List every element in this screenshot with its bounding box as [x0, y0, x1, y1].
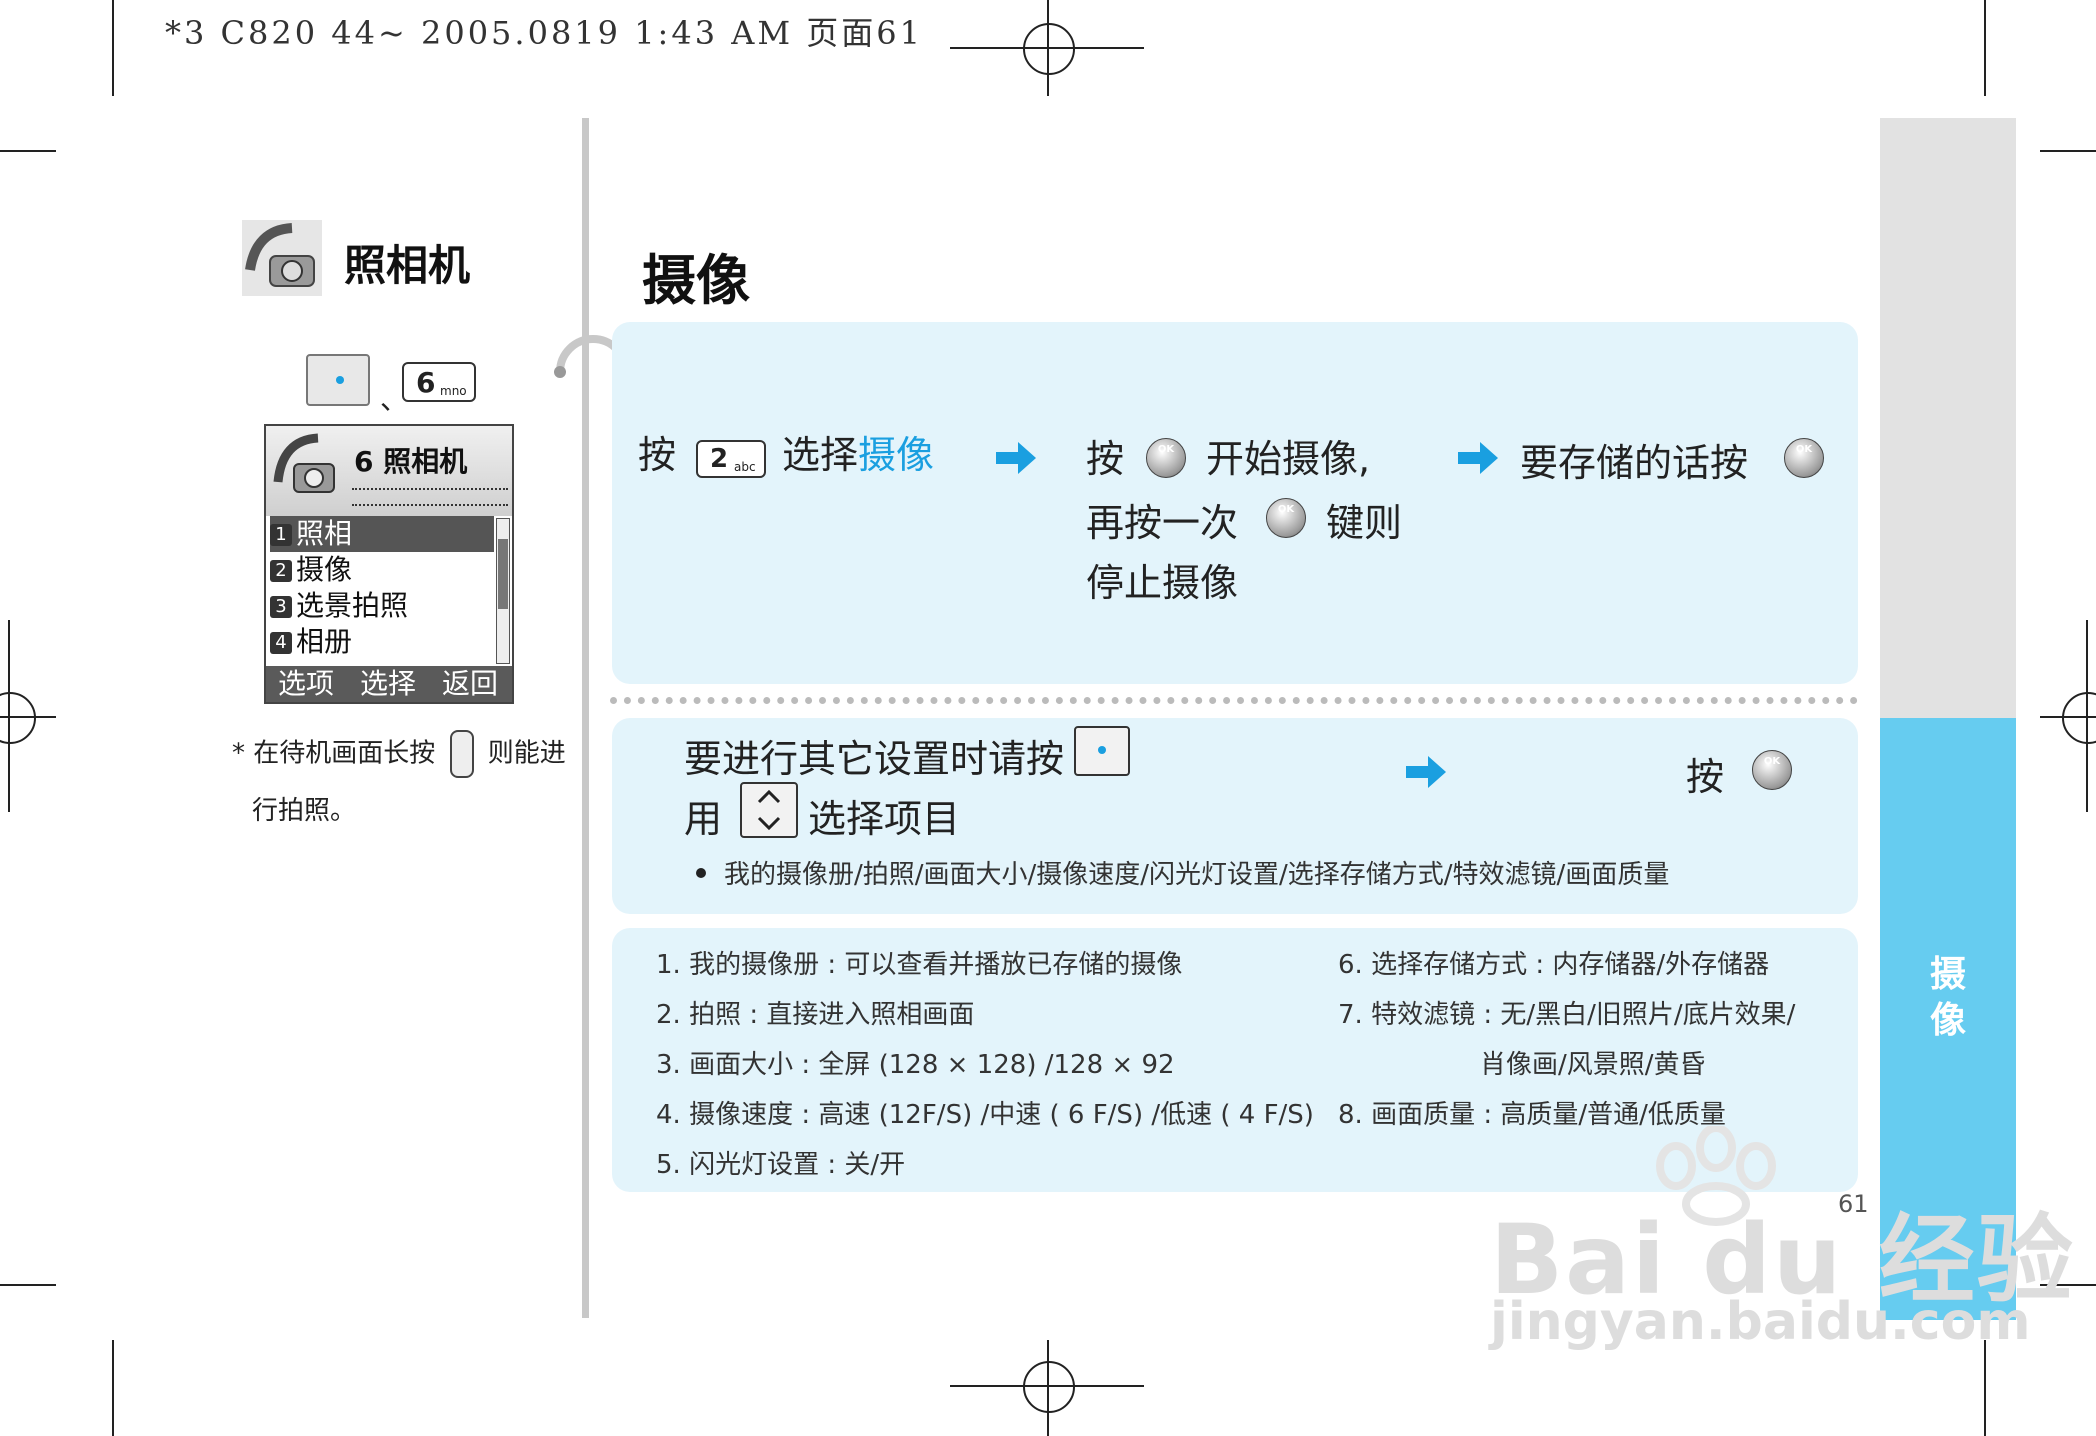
- phone-screen: 6 照相机 1 照相 2 摄像 3 选景拍照 4 相册 选项 选择 返回: [264, 424, 514, 704]
- detail-item: 肖像画/风景照/黄昏: [1480, 1050, 1706, 1080]
- registration-mark: [1023, 23, 1075, 75]
- key-2-icon: 2 abc: [696, 440, 766, 478]
- phone-menu-item[interactable]: 4 相册: [270, 624, 494, 660]
- step1-highlight: 摄像: [858, 433, 935, 477]
- section-title: 照相机: [344, 241, 471, 290]
- step3-text: 要存储的话按: [1520, 441, 1749, 485]
- step1-select-text: 选择摄像: [782, 433, 935, 477]
- settings-line2-post: 选择项目: [808, 797, 961, 841]
- key-2-digit: 2: [710, 444, 729, 474]
- camera-film-icon: [242, 220, 322, 296]
- detail-item: 3. 画面大小 : 全屏 (128 × 128) /128 × 92: [656, 1050, 1175, 1080]
- arrow-right-icon: [1458, 442, 1498, 474]
- ok-button-icon: OK: [1266, 498, 1306, 538]
- detail-item: 2. 拍照 : 直接进入照相画面: [656, 1000, 975, 1030]
- detail-item: 4. 摄像速度 : 高速 (12F/S) /中速 ( 6 F/S) /低速 ( …: [656, 1100, 1314, 1130]
- softkey-options[interactable]: 选项: [278, 666, 334, 702]
- bullet-dot: [696, 868, 706, 878]
- sidebar-tab-gray: [1880, 118, 2016, 718]
- step1-text: 按: [638, 433, 677, 477]
- ok-button-icon: OK: [1752, 750, 1792, 790]
- side-key-icon: [449, 730, 474, 778]
- phone-screen-title: 6 照相机: [354, 445, 468, 478]
- registration-mark: [1023, 1361, 1075, 1413]
- settings-bullet: 我的摄像册/拍照/画面大小/摄像速度/闪光灯设置/选择存储方式/特效滤镜/画面质…: [724, 860, 1670, 890]
- step2-key-text: 键则: [1326, 501, 1403, 545]
- step2-line3: 停止摄像: [1086, 561, 1239, 605]
- crop-mark: [0, 1284, 56, 1286]
- phone-menu-item[interactable]: 1 照相: [270, 516, 494, 552]
- key-6-digit: 6: [416, 366, 436, 399]
- crop-mark: [112, 1340, 114, 1436]
- phone-softkey-bar: 选项 选择 返回: [266, 666, 512, 702]
- page-title: 摄像: [642, 249, 750, 312]
- registration-mark: [0, 692, 36, 744]
- key-6-sub: mno: [440, 384, 467, 398]
- settings-line1: 要进行其它设置时请按: [684, 737, 1065, 781]
- phone-screen-header: 6 照相机: [266, 426, 512, 516]
- column-divider: [582, 118, 589, 1318]
- menu-key-icon: [306, 354, 370, 406]
- phone-scrollbar[interactable]: [496, 518, 510, 664]
- print-header: *3 C820 44~ 2005.0819 1:43 AM 页面61: [165, 14, 923, 52]
- step2-line1: 按: [1086, 437, 1125, 481]
- arrow-right-icon: [996, 442, 1036, 474]
- key-6-icon: 6 mno: [402, 362, 476, 402]
- sidebar-label: 摄 像: [1929, 954, 1966, 1041]
- key-2-sub: abc: [734, 460, 756, 474]
- nav-updown-key-icon: [740, 782, 798, 838]
- softkey-back[interactable]: 返回: [442, 666, 498, 702]
- settings-line2-pre: 用: [684, 797, 723, 841]
- ok-button-icon: OK: [1146, 438, 1186, 478]
- phone-scroll-track: [352, 488, 508, 506]
- crop-mark: [0, 150, 56, 152]
- detail-item: 1. 我的摄像册 : 可以查看并播放已存储的摄像: [656, 950, 1183, 980]
- detail-item: 5. 闪光灯设置 : 关/开: [656, 1150, 906, 1180]
- settings-right-text: 按: [1686, 755, 1725, 799]
- menu-key-icon: [1074, 726, 1130, 776]
- step2-line2: 再按一次: [1086, 501, 1239, 545]
- camera-film-icon: [273, 433, 335, 493]
- crop-mark: [2040, 150, 2096, 152]
- registration-mark: [2062, 692, 2096, 744]
- crop-mark: [1984, 0, 1986, 96]
- dotted-divider: [610, 697, 1858, 704]
- arrow-right-icon: [1406, 756, 1446, 788]
- phone-menu-item[interactable]: 3 选景拍照: [270, 588, 494, 624]
- ok-button-icon: OK: [1784, 438, 1824, 478]
- watermark-url: jingyan.baidu.com: [1490, 1292, 2031, 1352]
- detail-item: 6. 选择存储方式 : 内存储器/外存储器: [1338, 950, 1770, 980]
- crop-mark: [1984, 1340, 1986, 1436]
- step2-start-text: 开始摄像,: [1206, 437, 1371, 481]
- crop-mark: [112, 0, 114, 96]
- side-note: * 在待机画面长按 则能进 行拍照。: [232, 730, 572, 827]
- softkey-select[interactable]: 选择: [360, 666, 416, 702]
- phone-menu-item[interactable]: 2 摄像: [270, 552, 494, 588]
- detail-item: 7. 特效滤镜 : 无/黑白/旧照片/底片效果/: [1338, 1000, 1796, 1030]
